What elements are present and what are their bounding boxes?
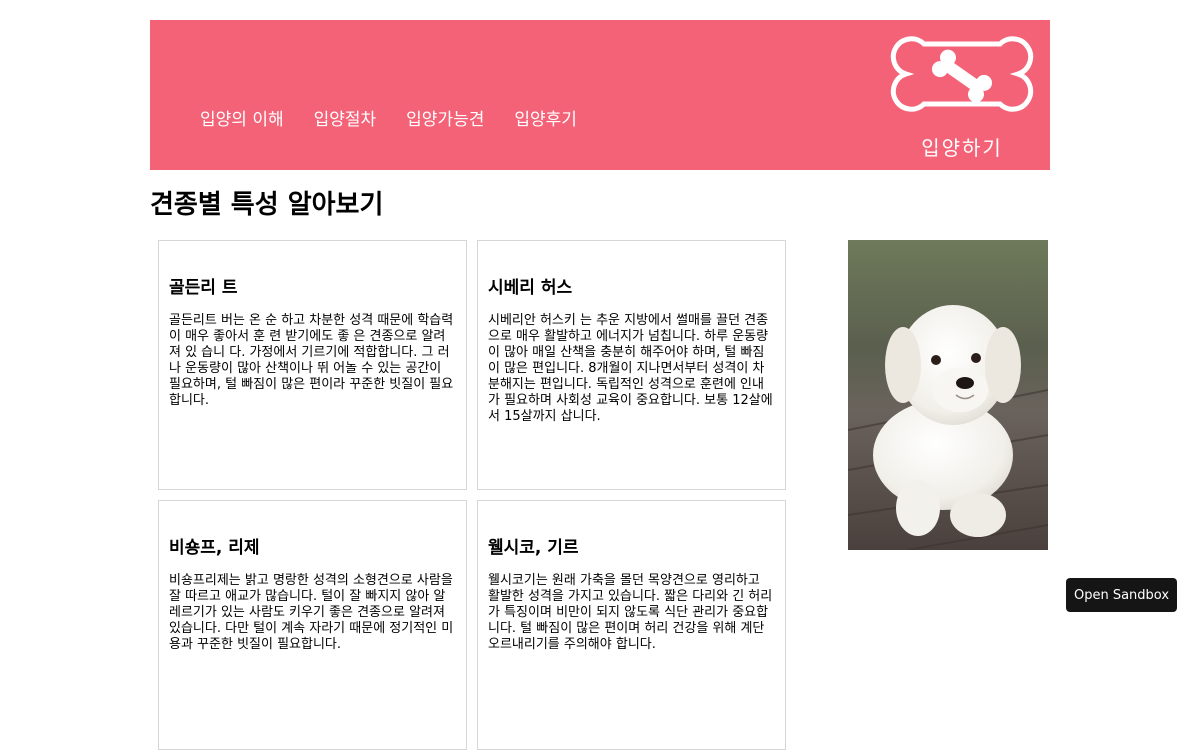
breed-card-body: 골든리트 버는 온 순 하고 차분한 성격 때문에 학습력이 매우 좋아서 훈 … — [169, 313, 454, 408]
bone-logo-icon — [890, 36, 1034, 112]
breed-card-title: 비숑프, 리제 — [169, 538, 260, 558]
site-logo[interactable]: 입양하기 — [884, 24, 1040, 164]
breed-card-title: 웰시코, 기르 — [488, 538, 579, 558]
nav-item-adoption-reviews[interactable]: 입양후기 — [514, 105, 577, 130]
breed-card-title: 시베리 허스 — [488, 278, 573, 298]
breed-card: 비숑프, 리제 비숑프리제는 밝고 명랑한 성격의 소형견으로 사람을 잘 따르… — [158, 500, 467, 750]
breed-card: 시베리 허스 시베리안 허스키 는 추운 지방에서 썰매를 끌던 견종으로 매우… — [477, 240, 786, 490]
puppy-image — [848, 240, 1048, 550]
breed-card: 골든리 트 골든리트 버는 온 순 하고 차분한 성격 때문에 학습력이 매우 … — [158, 240, 467, 490]
main-nav: 입양의 이해 입양절차 입양가능견 입양후기 — [200, 105, 577, 130]
page-title: 견종별 특성 알아보기 — [150, 190, 384, 220]
nav-item-understanding-adoption[interactable]: 입양의 이해 — [200, 105, 284, 130]
breed-card-title: 골든리 트 — [169, 278, 238, 298]
nav-item-adoption-process[interactable]: 입양절차 — [314, 105, 377, 130]
logo-text: 입양하기 — [921, 136, 1003, 160]
breed-card-body: 비숑프리제는 밝고 명랑한 성격의 소형견으로 사람을 잘 따르고 애교가 많습… — [169, 573, 454, 652]
breed-card-body: 웰시코기는 원래 가축을 몰던 목양견으로 영리하고 활발한 성격을 가지고 있… — [488, 573, 773, 652]
breed-card: 웰시코, 기르 웰시코기는 원래 가축을 몰던 목양견으로 영리하고 활발한 성… — [477, 500, 786, 750]
site-header: 입양의 이해 입양절차 입양가능견 입양후기 입양하기 — [150, 20, 1050, 170]
nav-item-adoptable-dogs[interactable]: 입양가능견 — [406, 105, 484, 130]
breed-card-body: 시베리안 허스키 는 추운 지방에서 썰매를 끌던 견종으로 매우 활발하고 에… — [488, 313, 773, 424]
puppy-photo — [848, 240, 1048, 550]
open-sandbox-button[interactable]: Open Sandbox — [1066, 578, 1177, 612]
